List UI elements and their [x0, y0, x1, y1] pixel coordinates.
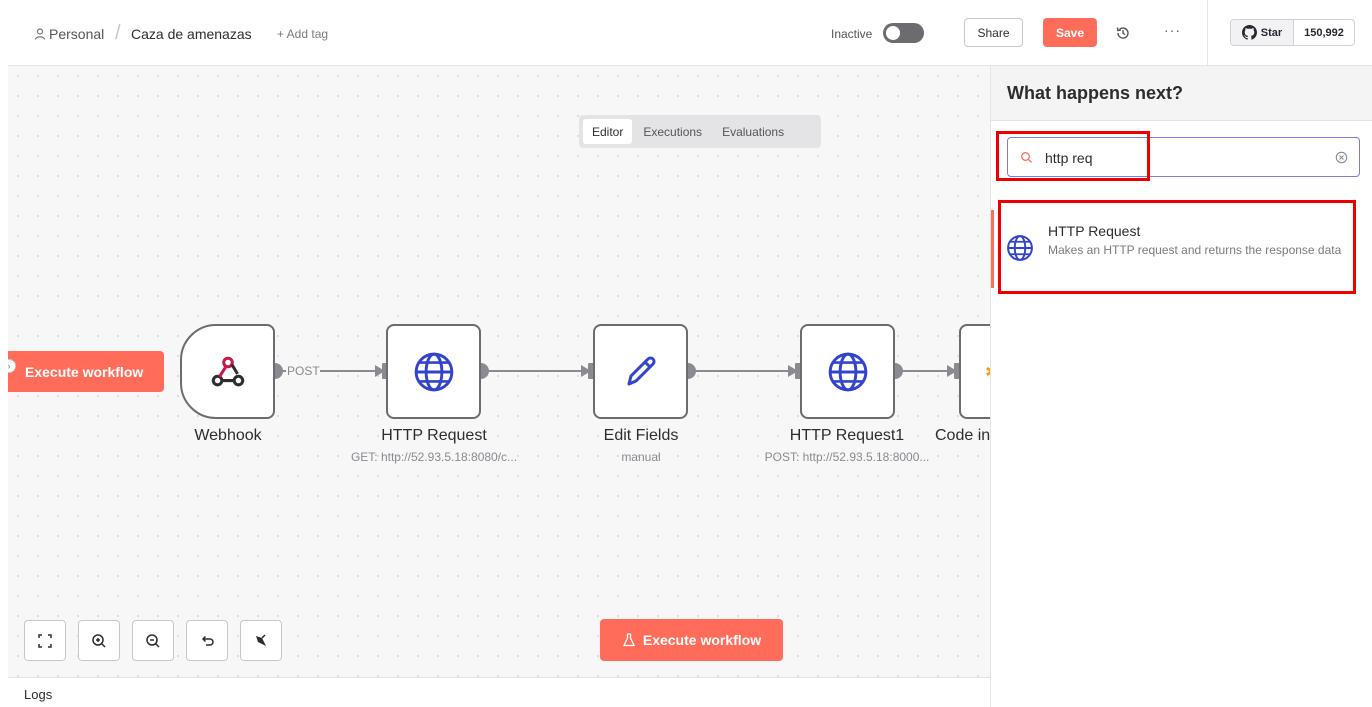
undo-icon	[201, 635, 214, 646]
execute-workflow-button[interactable]: Execute workflow	[600, 619, 783, 661]
workflow-name[interactable]: Caza de amenazas	[131, 26, 252, 42]
node-title: Code in	[935, 427, 990, 444]
execute-workflow-side-button[interactable]: Execute workflow	[8, 351, 164, 392]
connection-label-bg	[286, 363, 320, 379]
globe-icon	[1007, 235, 1033, 261]
node-code[interactable]: ✱	[959, 324, 990, 419]
node-title: Edit Fields	[603, 427, 679, 444]
node-http-request1[interactable]	[800, 324, 895, 419]
pencil-icon	[627, 355, 656, 385]
node-subtitle: POST: http://52.93.5.18:8000...	[764, 450, 930, 464]
node-subtitle: manual	[621, 450, 661, 464]
zoom-in-icon	[92, 633, 106, 648]
app-root: Personal / Caza de amenazas + Add tag In…	[0, 0, 1372, 707]
execute-workflow-label: Execute workflow	[642, 632, 762, 648]
fit-view-button[interactable]	[24, 620, 66, 661]
top-header: Personal / Caza de amenazas + Add tag In…	[8, 0, 1372, 66]
tidy-up-icon	[256, 633, 266, 646]
logs-label: Logs	[24, 687, 53, 702]
node-title: HTTP Request	[381, 427, 487, 444]
active-toggle[interactable]	[883, 23, 924, 43]
connection-arrow	[788, 365, 798, 377]
globe-icon	[414, 352, 453, 391]
fit-view-icon	[38, 633, 52, 648]
result-description: Makes an HTTP request and returns the re…	[1048, 243, 1342, 257]
tab-evaluations[interactable]: Evaluations	[713, 119, 793, 144]
search-result-http-request[interactable]: HTTP Request Makes an HTTP request and r…	[991, 202, 1372, 294]
result-title: HTTP Request	[1048, 223, 1141, 239]
tidy-up-button[interactable]	[240, 620, 282, 661]
node-edit-fields[interactable]	[593, 324, 688, 419]
node-http-request[interactable]	[386, 324, 481, 419]
node-title: Webhook	[194, 427, 262, 444]
github-star-count[interactable]: 150,992	[1294, 20, 1354, 45]
panel-title: What happens next?	[1007, 83, 1184, 103]
panel-header: What happens next?	[991, 66, 1372, 121]
zoom-in-button[interactable]	[78, 620, 120, 661]
share-button[interactable]: Share	[964, 18, 1023, 47]
save-button[interactable]: Save	[1043, 18, 1097, 47]
active-status-label: Inactive	[831, 27, 873, 41]
connection-arrow	[947, 365, 957, 377]
github-icon	[1241, 25, 1257, 40]
clear-search-icon[interactable]	[1335, 151, 1348, 164]
history-icon[interactable]	[1115, 25, 1131, 41]
toggle-knob	[886, 26, 900, 40]
logs-bar[interactable]: Logs	[8, 677, 990, 707]
breadcrumb-separator: /	[115, 22, 121, 44]
connection-label: POST	[287, 364, 320, 378]
workflow-canvas[interactable]: POST Editor Executions Evaluations Execu…	[8, 66, 990, 677]
node-search-input[interactable]	[1045, 147, 1325, 169]
tab-executions[interactable]: Executions	[634, 119, 711, 144]
add-tag-button[interactable]: + Add tag	[277, 27, 328, 41]
connection-arrow	[581, 365, 591, 377]
connection-arrow	[375, 365, 385, 377]
zoom-out-button[interactable]	[132, 620, 174, 661]
node-creator-panel: What happens next? HTTP Request M	[990, 66, 1372, 707]
breadcrumb-project[interactable]: Personal	[49, 26, 104, 42]
user-icon	[34, 28, 46, 40]
node-title: HTTP Request1	[789, 427, 905, 444]
header-divider	[1207, 0, 1208, 66]
github-star-widget: Star 150,992	[1230, 19, 1355, 46]
github-star-button[interactable]: Star	[1231, 20, 1294, 45]
webhook-icon	[211, 356, 244, 386]
tab-editor[interactable]: Editor	[583, 119, 633, 144]
node-search-box[interactable]	[1007, 137, 1360, 177]
zoom-out-icon	[146, 633, 160, 648]
result-active-accent	[991, 210, 994, 288]
node-webhook[interactable]	[180, 324, 275, 419]
undo-button[interactable]	[186, 620, 228, 661]
github-star-label: Star	[1260, 26, 1283, 39]
search-icon	[1021, 152, 1032, 163]
globe-icon	[828, 352, 867, 391]
flask-icon	[622, 633, 635, 647]
more-options-icon[interactable]: ···	[1164, 22, 1184, 42]
view-tabs: Editor Executions Evaluations	[579, 115, 821, 148]
node-subtitle: GET: http://52.93.5.18:8080/c...	[350, 450, 518, 464]
